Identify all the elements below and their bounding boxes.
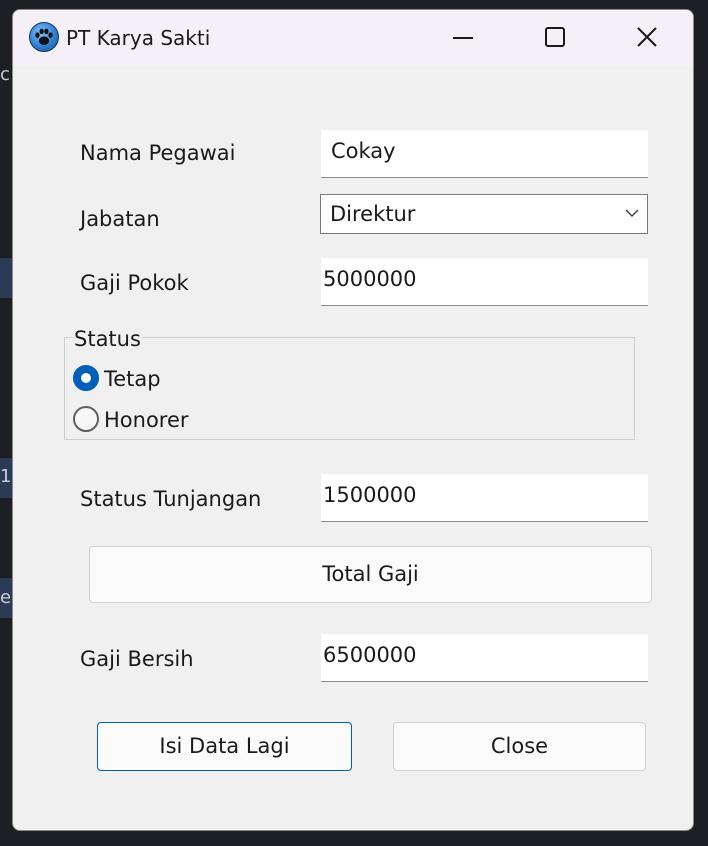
paw-icon (29, 22, 59, 52)
background-text-fragment: c (0, 64, 10, 85)
minimize-icon (453, 37, 473, 39)
maximize-button[interactable] (512, 10, 598, 66)
app-window: PT Karya Sakti Nama Pegawai Cokay Jabata… (12, 9, 694, 831)
nama-pegawai-input[interactable]: Cokay (321, 130, 648, 178)
gaji-bersih-input[interactable]: 6500000 (321, 634, 648, 682)
close-button[interactable]: Close (393, 722, 646, 771)
background-highlight (0, 258, 12, 298)
status-group-title: Status (73, 325, 142, 353)
total-gaji-button[interactable]: Total Gaji (89, 546, 652, 603)
radio-honorer[interactable] (73, 406, 99, 432)
maximize-icon (545, 27, 565, 47)
chevron-down-icon (625, 209, 639, 218)
nama-pegawai-value: Cokay (331, 139, 396, 163)
status-tunjangan-label: Status Tunjangan (80, 487, 262, 511)
gaji-pokok-label: Gaji Pokok (80, 271, 189, 295)
jabatan-dropdown[interactable]: Direktur (320, 194, 648, 234)
close-icon (637, 27, 657, 47)
nama-pegawai-label: Nama Pegawai (80, 141, 236, 165)
close-window-button[interactable] (604, 10, 690, 66)
status-tunjangan-input[interactable]: 1500000 (321, 474, 648, 522)
title-bar[interactable]: PT Karya Sakti (13, 10, 693, 66)
radio-tetap-label[interactable]: Tetap (104, 365, 161, 393)
window-title: PT Karya Sakti (66, 26, 211, 50)
gaji-pokok-input[interactable]: 5000000 (321, 258, 648, 306)
radio-tetap[interactable] (73, 365, 99, 391)
background-text-fragment: e (0, 587, 12, 608)
jabatan-selected-value: Direktur (330, 202, 416, 226)
minimize-button[interactable] (420, 10, 506, 66)
gaji-bersih-value: 6500000 (323, 643, 417, 667)
background-text-fragment: 1 (0, 466, 12, 487)
gaji-bersih-label: Gaji Bersih (80, 647, 194, 671)
jabatan-label: Jabatan (80, 207, 160, 231)
radio-honorer-label[interactable]: Honorer (104, 406, 189, 434)
gaji-pokok-value: 5000000 (323, 267, 417, 291)
status-tunjangan-value: 1500000 (323, 483, 417, 507)
isi-data-lagi-button[interactable]: Isi Data Lagi (97, 722, 352, 771)
